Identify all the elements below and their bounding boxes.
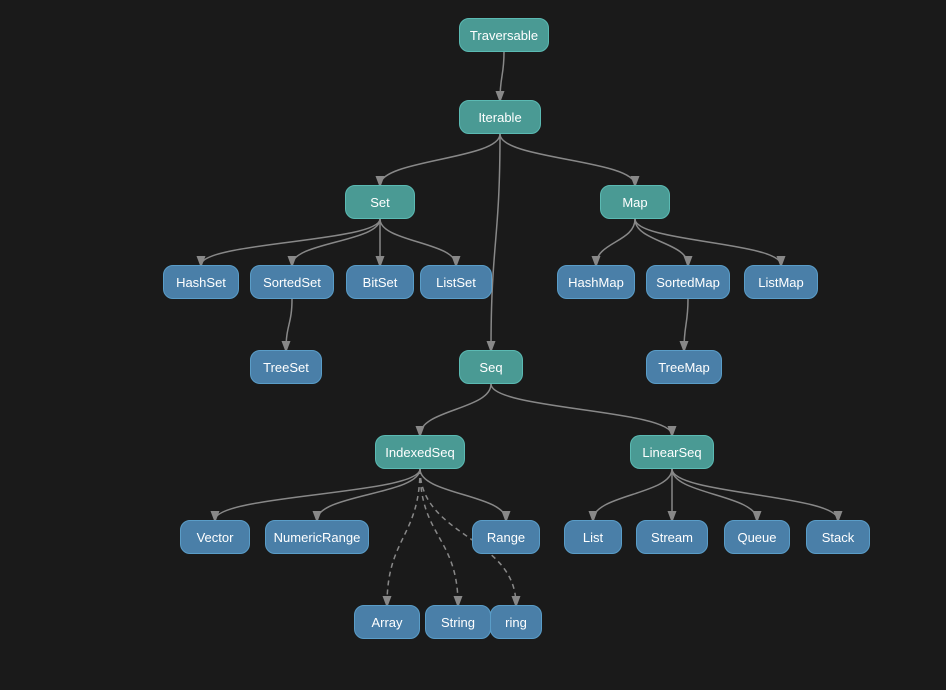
node-stream: Stream xyxy=(636,520,708,554)
node-bitset: BitSet xyxy=(346,265,414,299)
edge-IndexedSeq-NumericRange xyxy=(317,469,420,520)
node-seq: Seq xyxy=(459,350,523,384)
edge-Seq-IndexedSeq xyxy=(420,384,491,435)
edge-Iterable-Set xyxy=(380,134,500,185)
edge-Iterable-Seq xyxy=(491,134,500,350)
node-hashset: HashSet xyxy=(163,265,239,299)
node-traversable: Traversable xyxy=(459,18,549,52)
node-stack: Stack xyxy=(806,520,870,554)
edge-LinearSeq-List xyxy=(593,469,672,520)
edge-Set-HashSet xyxy=(201,219,380,265)
node-map: Map xyxy=(600,185,670,219)
edge-LinearSeq-Queue xyxy=(672,469,757,520)
edge-SortedSet-TreeSet xyxy=(286,299,292,350)
node-numericrange: NumericRange xyxy=(265,520,369,554)
node-sortedmap: SortedMap xyxy=(646,265,730,299)
edge-Iterable-Map xyxy=(500,134,635,185)
diagram-container: Traversable Iterable Set Map HashSet SortedSe… xyxy=(0,0,946,690)
edge-Seq-LinearSeq xyxy=(491,384,672,435)
node-list: List xyxy=(564,520,622,554)
node-hashmap: HashMap xyxy=(557,265,635,299)
node-listset: ListSet xyxy=(420,265,492,299)
edge-LinearSeq-Stack xyxy=(672,469,838,520)
node-listmap: ListMap xyxy=(744,265,818,299)
node-range: Range xyxy=(472,520,540,554)
edge-Map-ListMap xyxy=(635,219,781,265)
node-array: Array xyxy=(354,605,420,639)
node-treeset: TreeSet xyxy=(250,350,322,384)
edge-Traversable-Iterable xyxy=(500,52,504,100)
edge-IndexedSeq-Array xyxy=(387,469,420,605)
edge-IndexedSeq-String xyxy=(420,469,458,605)
node-vector: Vector xyxy=(180,520,250,554)
node-string: String xyxy=(425,605,491,639)
node-indexedseq: IndexedSeq xyxy=(375,435,465,469)
edge-Set-SortedSet xyxy=(292,219,380,265)
node-treemap: TreeMap xyxy=(646,350,722,384)
node-sortedset: SortedSet xyxy=(250,265,334,299)
node-stringring: ring xyxy=(490,605,542,639)
edge-IndexedSeq-Range xyxy=(420,469,506,520)
node-set: Set xyxy=(345,185,415,219)
edge-Map-HashMap xyxy=(596,219,635,265)
edge-IndexedSeq-Vector xyxy=(215,469,420,520)
edge-SortedMap-TreeMap xyxy=(684,299,688,350)
node-queue: Queue xyxy=(724,520,790,554)
node-linearseq: LinearSeq xyxy=(630,435,714,469)
edge-Set-ListSet xyxy=(380,219,456,265)
edge-Map-SortedMap xyxy=(635,219,688,265)
node-iterable: Iterable xyxy=(459,100,541,134)
